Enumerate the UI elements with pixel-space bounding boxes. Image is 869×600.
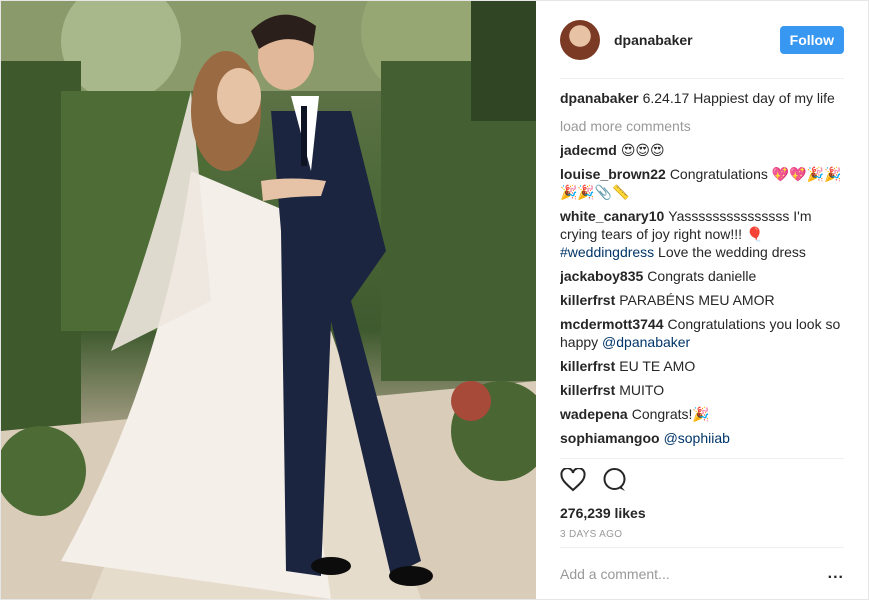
action-icons <box>560 466 844 498</box>
comment-username[interactable]: jackaboy835 <box>560 268 643 284</box>
comment-item: white_canary10 Yasssssssssssssss I'm cryi… <box>560 207 844 261</box>
comment-item: sophiamangoo @sophiiab <box>560 429 844 447</box>
comment-username[interactable]: white_canary10 <box>560 208 664 224</box>
comment-text: Congrats danielle <box>647 268 757 284</box>
comment-bubble-icon[interactable] <box>602 467 628 498</box>
add-comment-bar: ... <box>560 547 844 599</box>
comment-username[interactable]: mcdermott3744 <box>560 316 664 332</box>
comment-username[interactable]: louise_brown22 <box>560 166 666 182</box>
comment-username[interactable]: jadecmd <box>560 142 617 158</box>
comment-text-tail: Love the wedding dress <box>654 244 806 260</box>
mention-link[interactable]: @dpanabaker <box>602 334 690 350</box>
comment-text: 😍😍😍 <box>620 142 665 158</box>
comment-username[interactable]: killerfrst <box>560 292 615 308</box>
load-more-comments-link[interactable]: load more comments <box>560 117 844 135</box>
hashtag-link[interactable]: #weddingdress <box>560 244 654 260</box>
comment-username[interactable]: wadepena <box>560 406 628 422</box>
comment-username[interactable]: killerfrst <box>560 382 615 398</box>
post-header: dpanabaker Follow <box>560 1 844 79</box>
post-side-panel: dpanabaker Follow dpanabaker 6.24.17 Happ… <box>536 1 868 599</box>
comment-item: jadecmd 😍😍😍 <box>560 141 844 159</box>
comment-item: killerfrst MUITO <box>560 381 844 399</box>
heart-icon[interactable] <box>560 466 586 497</box>
post-timestamp: 3 DAYS AGO <box>560 529 623 540</box>
post-caption: dpanabaker 6.24.17 Happiest day of my lif… <box>560 89 844 107</box>
comment-item: mcdermott3744 Congratulations you look so… <box>560 315 844 351</box>
more-options-icon[interactable]: ... <box>828 565 844 583</box>
comments-list: dpanabaker 6.24.17 Happiest day of my lif… <box>560 89 844 457</box>
comment-text: EU TE AMO <box>619 358 696 374</box>
caption-text: 6.24.17 Happiest day of my life <box>642 90 835 106</box>
comment-text: Congrats!🎉 <box>631 406 710 422</box>
comment-item: louise_brown22 Congratulations 💖💖🎉🎉 🎉🎉📎📏 <box>560 165 844 201</box>
post-actions: 276,239 likes 3 DAYS AGO <box>560 458 844 540</box>
caption-username[interactable]: dpanabaker <box>560 90 639 106</box>
follow-button[interactable]: Follow <box>779 25 844 54</box>
comment-text: PARABÉNS MEU AMOR <box>619 292 775 308</box>
comment-item: killerfrst EU TE AMO <box>560 357 844 375</box>
author-username[interactable]: dpanabaker <box>614 32 780 48</box>
author-avatar[interactable] <box>560 19 600 60</box>
likes-count[interactable]: 276,239 likes <box>560 505 844 521</box>
instagram-post: dpanabaker Follow dpanabaker 6.24.17 Happ… <box>0 0 869 600</box>
comment-item: killerfrst PARABÉNS MEU AMOR <box>560 291 844 309</box>
mention-link[interactable]: @sophiiab <box>664 430 730 446</box>
post-photo[interactable] <box>1 1 536 599</box>
comment-item: wadepena Congrats!🎉 <box>560 405 844 423</box>
comment-item: jackaboy835 Congrats danielle <box>560 267 844 285</box>
wedding-photo-illustration <box>1 1 536 599</box>
comment-username[interactable]: sophiamangoo <box>560 430 660 446</box>
comment-text: MUITO <box>619 382 665 398</box>
comment-username[interactable]: killerfrst <box>560 358 615 374</box>
comment-input[interactable] <box>560 565 828 582</box>
